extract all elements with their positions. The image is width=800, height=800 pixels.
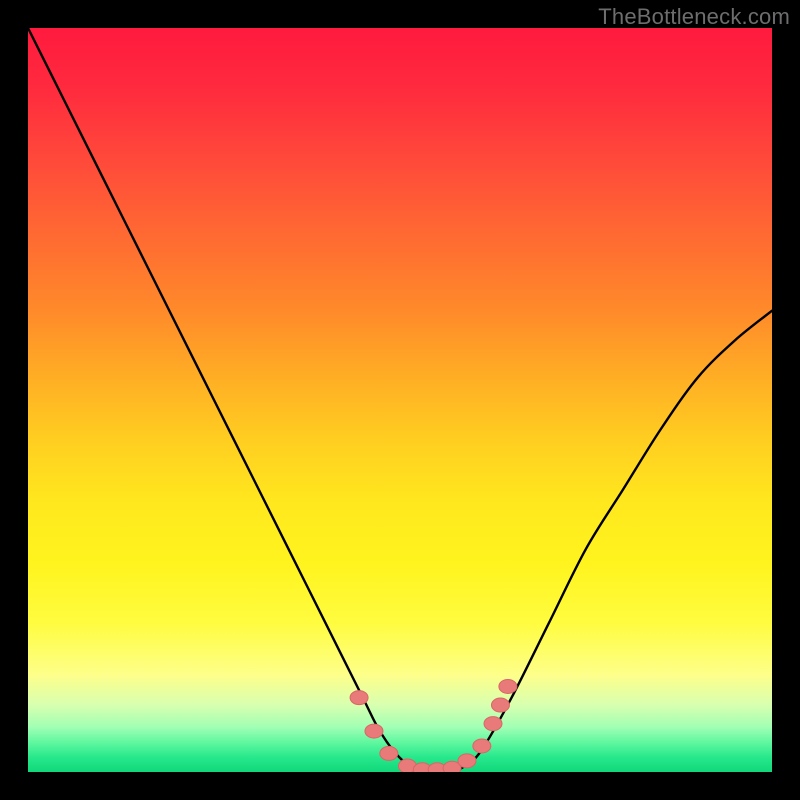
- curve-layer: [28, 28, 772, 772]
- curve-marker: [473, 739, 491, 753]
- curve-marker: [365, 724, 383, 738]
- curve-marker: [499, 679, 517, 693]
- curve-marker: [484, 717, 502, 731]
- curve-marker: [380, 746, 398, 760]
- bottleneck-curve: [28, 28, 772, 772]
- curve-markers: [350, 679, 517, 772]
- curve-marker: [491, 698, 509, 712]
- watermark-text: TheBottleneck.com: [598, 4, 790, 30]
- curve-marker: [458, 754, 476, 768]
- plot-area: [28, 28, 772, 772]
- chart-frame: TheBottleneck.com: [0, 0, 800, 800]
- curve-marker: [350, 691, 368, 705]
